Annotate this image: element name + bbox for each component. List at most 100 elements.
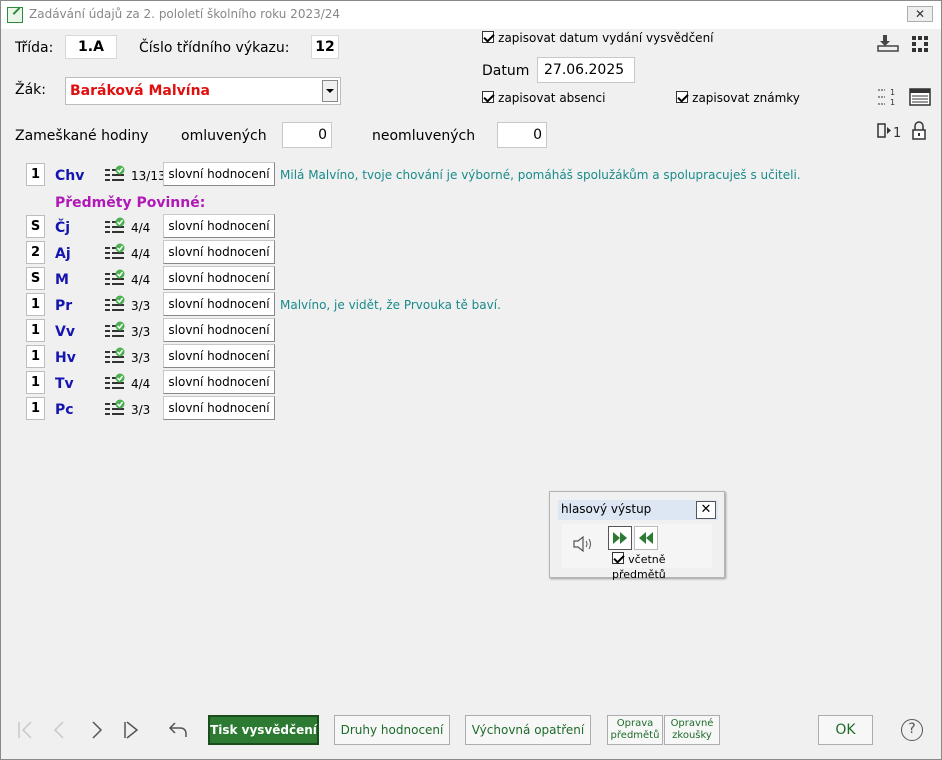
subject-count: 4/4 (131, 221, 151, 235)
subject-count: 3/3 (131, 403, 151, 417)
subject-count: 3/3 (131, 299, 151, 313)
zak-select-value: Baráková Malvína (70, 83, 210, 99)
znamky-checkbox[interactable] (676, 91, 688, 103)
neomluv-input[interactable]: 0 (497, 122, 547, 148)
absence-label: zapisovat absenci (498, 91, 606, 105)
subject-verbal-button[interactable]: slovní hodnocení (163, 292, 275, 316)
subject-count: 4/4 (131, 273, 151, 287)
checklist-icon[interactable] (104, 347, 126, 367)
subject-count: 4/4 (131, 247, 151, 261)
first-record-icon[interactable] (15, 719, 37, 741)
help-button[interactable]: ? (901, 719, 923, 741)
include-subjects-checkbox[interactable] (612, 552, 624, 564)
absence-checkbox[interactable] (482, 91, 494, 103)
fix-subjects-line2: předmětů (610, 730, 660, 741)
sort-list-icon[interactable]: 1 1 (877, 87, 899, 107)
subject-verbal-button[interactable]: slovní hodnocení (163, 214, 275, 238)
omluv-label: omluvených (181, 128, 267, 144)
undo-icon[interactable] (167, 719, 189, 741)
subject-grade[interactable]: 1 (26, 371, 45, 394)
dropdown-button[interactable] (322, 80, 338, 102)
behavior-verbal-button[interactable]: slovní hodnocení (163, 162, 275, 186)
checklist-icon[interactable] (104, 217, 126, 237)
zak-select[interactable]: Baráková Malvína (65, 77, 341, 105)
checklist-icon[interactable] (104, 295, 126, 315)
voice-panel: hlasový výstup ✕ včetně předmětů (549, 491, 725, 581)
checklist-icon[interactable] (104, 165, 126, 185)
zam-label: Zameškané hodiny (15, 128, 149, 144)
znamky-label: zapisovat známky (692, 91, 800, 105)
speaker-icon[interactable] (572, 535, 596, 553)
print-report-button[interactable]: Tisk vysvědčení (208, 715, 319, 745)
subject-name: M (55, 272, 69, 288)
main-window: Zadávání údajů za 2. pololetí školního r… (0, 0, 942, 760)
previous-record-icon[interactable] (49, 719, 71, 741)
subject-verbal-button[interactable]: slovní hodnocení (163, 318, 275, 342)
window-title: Zadávání údajů za 2. pololetí školního r… (29, 7, 341, 21)
neomluv-label: neomluvených (372, 128, 476, 144)
fix-subjects-button[interactable]: Oprava předmětů (607, 715, 663, 745)
next-record-icon[interactable] (85, 719, 107, 741)
play-backward-button[interactable] (634, 526, 658, 550)
subject-count: 3/3 (131, 351, 151, 365)
svg-text:1: 1 (893, 126, 901, 140)
play-forward-button[interactable] (608, 526, 632, 550)
behavior-grade[interactable]: 1 (26, 163, 45, 186)
subject-grade[interactable]: S (26, 267, 45, 290)
checklist-icon[interactable] (104, 243, 126, 263)
datum-vydani-checkbox[interactable] (482, 31, 494, 43)
page-number-icon[interactable]: 1 (877, 122, 901, 140)
fast-forward-icon (613, 532, 627, 544)
behavior-subject: Chv (55, 168, 85, 184)
resit-exams-line1: Opravné (670, 718, 714, 729)
window-close-button[interactable]: ✕ (907, 6, 933, 22)
qr-icon[interactable] (911, 35, 929, 53)
subject-grade[interactable]: S (26, 215, 45, 238)
znamky-option[interactable]: zapisovat známky (676, 91, 800, 106)
datum-input[interactable]: 27.06.2025 (537, 57, 635, 83)
subject-name: Čj (55, 220, 71, 236)
grading-types-button[interactable]: Druhy hodnocení (334, 715, 450, 745)
subject-verbal-button[interactable]: slovní hodnocení (163, 370, 275, 394)
subject-grade[interactable]: 1 (26, 345, 45, 368)
checklist-icon[interactable] (104, 321, 126, 341)
behavior-comment: Milá Malvíno, tvoje chování je výborné, … (280, 168, 801, 182)
disciplinary-measures-button[interactable]: Výchovná opatření (465, 715, 591, 745)
table-icon[interactable] (909, 88, 931, 106)
last-record-icon[interactable] (119, 719, 141, 741)
subject-name: Hv (55, 350, 76, 366)
include-subjects-option[interactable]: včetně předmětů (612, 552, 712, 582)
subject-verbal-button[interactable]: slovní hodnocení (163, 396, 275, 420)
checklist-icon[interactable] (104, 399, 126, 419)
zak-label: Žák: (15, 82, 46, 98)
checklist-icon[interactable] (104, 373, 126, 393)
import-icon[interactable] (877, 34, 899, 52)
absence-option[interactable]: zapisovat absenci (482, 91, 605, 106)
lock-icon[interactable] (911, 121, 927, 141)
omluv-input[interactable]: 0 (282, 122, 332, 148)
behavior-count: 13/13 (131, 169, 166, 183)
voice-panel-close-button[interactable]: ✕ (696, 501, 716, 519)
subject-name: Vv (55, 324, 75, 340)
subject-verbal-button[interactable]: slovní hodnocení (163, 240, 275, 264)
subject-name: Tv (55, 376, 74, 392)
checklist-icon[interactable] (104, 269, 126, 289)
subject-name: Pr (55, 298, 73, 314)
svg-text:1: 1 (890, 98, 895, 107)
subject-name: Pc (55, 402, 74, 418)
datum-vydani-option[interactable]: zapisovat datum vydání vysvědčení (482, 31, 714, 46)
subject-verbal-button[interactable]: slovní hodnocení (163, 266, 275, 290)
subject-comment: Malvíno, je vidět, že Prvouka tě baví. (280, 298, 501, 312)
trida-value: 1.A (65, 35, 117, 59)
datum-vydani-label: zapisovat datum vydání vysvědčení (498, 31, 714, 45)
edit-icon (7, 7, 23, 23)
svg-text:1: 1 (890, 88, 895, 97)
ok-button[interactable]: OK (818, 715, 873, 745)
subject-count: 4/4 (131, 377, 151, 391)
subject-grade[interactable]: 2 (26, 241, 45, 264)
subject-grade[interactable]: 1 (26, 397, 45, 420)
subject-verbal-button[interactable]: slovní hodnocení (163, 344, 275, 368)
subject-grade[interactable]: 1 (26, 293, 45, 316)
resit-exams-button[interactable]: Opravné zkoušky (664, 715, 720, 745)
subject-grade[interactable]: 1 (26, 319, 45, 342)
